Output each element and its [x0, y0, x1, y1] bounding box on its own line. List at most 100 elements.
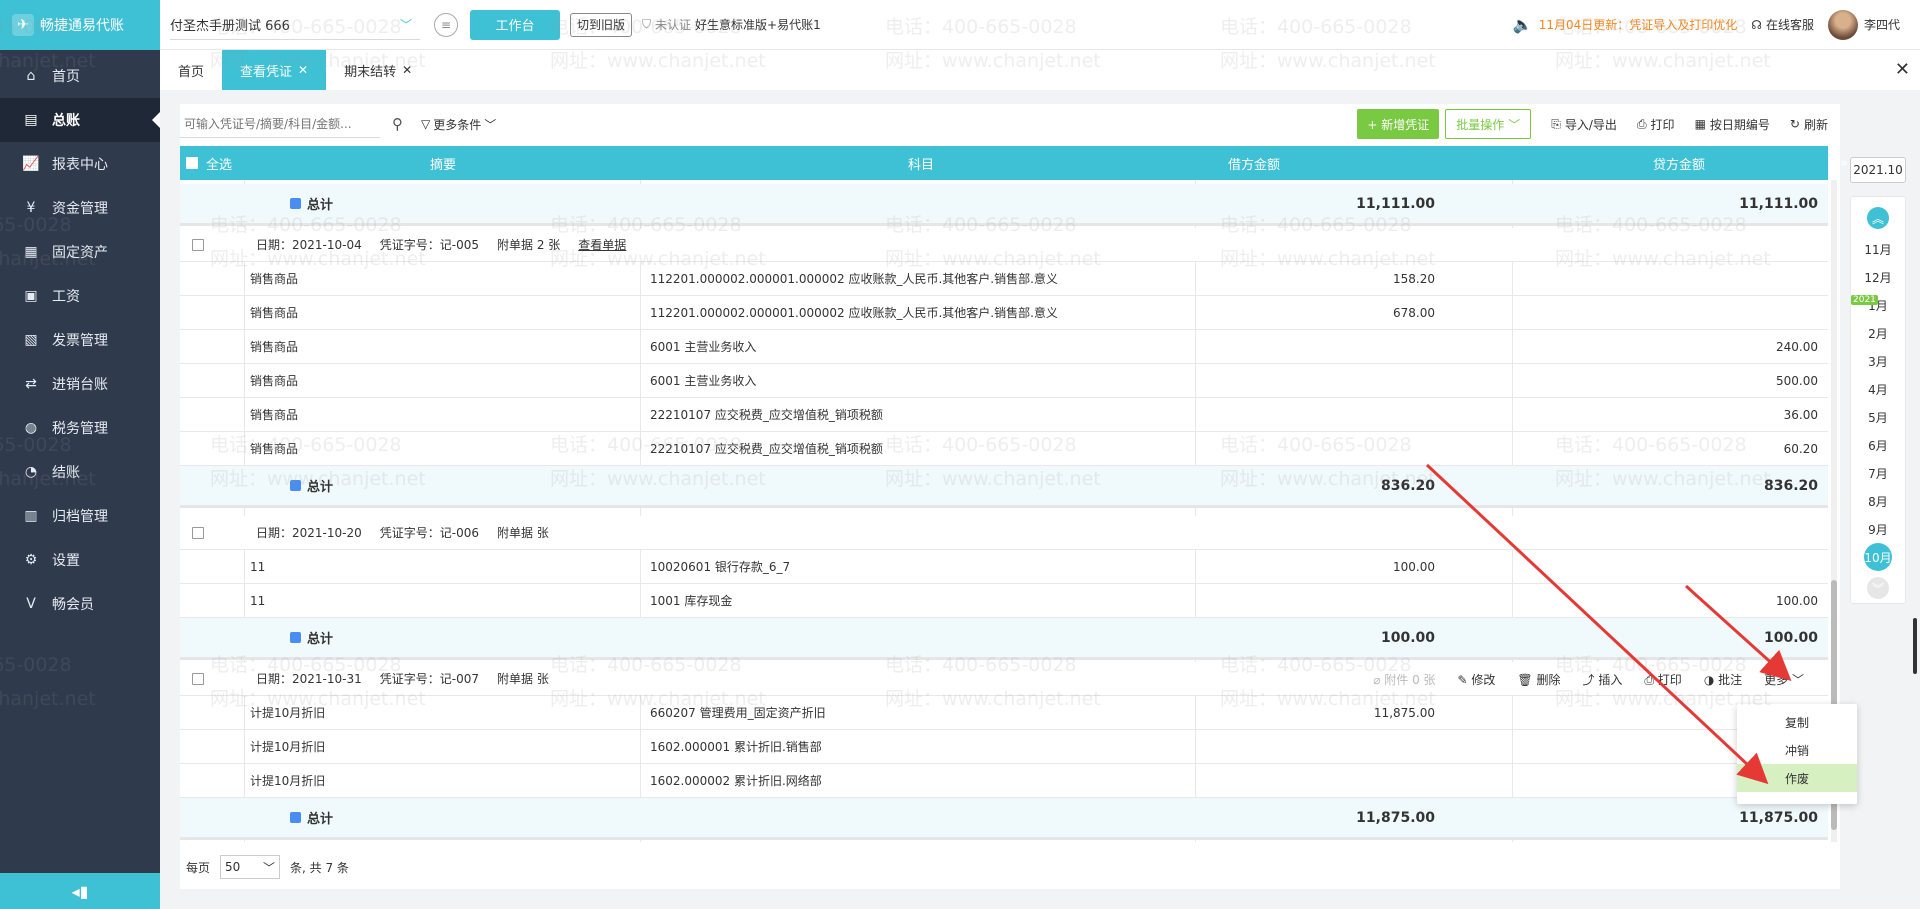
brand-logo[interactable]: ✈ 畅捷通易代账 [0, 0, 160, 50]
month-item[interactable]: 2月 [1851, 319, 1905, 347]
voucher-line-row[interactable]: 计提10月折旧 1602.000001 累计折旧.销售部 [180, 730, 1828, 764]
period-input[interactable]: 2021.10 [1850, 157, 1906, 183]
expand-icon[interactable]: » [1840, 146, 1848, 180]
month-item[interactable]: 9月 [1851, 515, 1905, 543]
sidebar-item-reports[interactable]: 📈 报表中心 [0, 142, 160, 186]
select-all[interactable]: 全选 [186, 146, 232, 180]
line-summary: 销售商品 [250, 442, 299, 456]
voucher-total-row: 总计 11,111.00 11,111.00 [180, 184, 1828, 226]
print-button[interactable]: ⎙ 打印 [1637, 116, 1675, 133]
sidebar-item-close-period[interactable]: ◔ 结账 [0, 450, 160, 494]
voucher-checkbox[interactable] [192, 662, 204, 695]
sidebar-item-vip[interactable]: V 畅会员 [0, 582, 160, 626]
menu-item-copy[interactable]: 复制 [1737, 708, 1857, 736]
tab-period-end[interactable]: 期末结转 ✕ [326, 50, 430, 90]
close-icon[interactable]: ✕ [402, 63, 412, 77]
user-menu[interactable]: 李四代 [1827, 9, 1900, 40]
edit-button[interactable]: ✎ 修改 [1458, 671, 1496, 688]
voucher-attachments: 附单据 2 张 [497, 238, 561, 252]
select-all-checkbox[interactable] [186, 157, 198, 169]
voucher-line-row[interactable]: 销售商品 6001 主营业务收入 240.00 [180, 330, 1828, 364]
attachment-button[interactable]: ⌀ 附件 0 张 [1373, 671, 1435, 688]
filter-icon: ▽ [421, 117, 431, 131]
document-icon[interactable]: ≡ [434, 12, 458, 37]
voucher-line-row[interactable]: 计提10月折旧 660207 管理费用_固定资产折旧 11,875.00 [180, 696, 1828, 730]
more-filters-button[interactable]: ▽ 更多条件 ﹀ [421, 116, 496, 133]
month-item[interactable]: 2021 1月 [1851, 291, 1905, 319]
voucher-line-row[interactable]: 销售商品 112201.000002.000001.000002 应收账款_人民… [180, 262, 1828, 296]
sidebar-item-invoices[interactable]: ▧ 发票管理 [0, 318, 160, 362]
voucher-checkbox[interactable] [192, 516, 204, 549]
auth-status[interactable]: ⛉ 未认证 好生意标准版+易代账1 [642, 16, 821, 33]
calendar-icon [290, 198, 301, 209]
voucher-line-row[interactable]: 销售商品 6001 主营业务收入 500.00 [180, 364, 1828, 398]
search-icon[interactable]: ⚲ [392, 115, 403, 133]
month-item[interactable]: 8月 [1851, 487, 1905, 515]
per-page-select[interactable]: 50 ﹀ [220, 855, 281, 879]
renumber-button[interactable]: ▦ 按日期编号 [1695, 116, 1770, 133]
batch-operations-button[interactable]: 批量操作 ﹀ [1445, 109, 1532, 139]
calendar-icon [290, 632, 301, 643]
checkbox[interactable] [192, 526, 204, 539]
update-notice[interactable]: 🔈 11月04日更新：凭证导入及打印优化 [1513, 15, 1737, 34]
voucher-checkbox[interactable] [192, 228, 204, 261]
page-scrollbar[interactable] [1913, 618, 1917, 674]
month-item[interactable]: 5月 [1851, 403, 1905, 431]
checkbox[interactable] [192, 238, 204, 251]
sidebar-item-funds[interactable]: ¥ 资金管理 [0, 186, 160, 230]
chevron-up-icon[interactable]: ︽ [1867, 207, 1889, 229]
month-item[interactable]: 6月 [1851, 431, 1905, 459]
refresh-button[interactable]: ↻ 刷新 [1790, 116, 1828, 133]
new-voucher-button[interactable]: + 新增凭证 [1357, 109, 1440, 139]
print-voucher-button[interactable]: ⎙ 打印 [1644, 671, 1681, 688]
money-icon: ¥ [26, 200, 36, 216]
tab-home[interactable]: 首页 [160, 50, 222, 90]
company-select[interactable]: 付圣杰手册测试 666 ﹀ [170, 10, 420, 40]
sidebar-item-tax[interactable]: ◍ 税务管理 [0, 406, 160, 450]
chevron-down-icon[interactable]: ︾ [1867, 577, 1889, 599]
voucher-line-row[interactable]: 11 1001 库存现金 100.00 [180, 584, 1828, 618]
top-header: 付圣杰手册测试 666 ﹀ ≡ 工作台 切到旧版 ⛉ 未认证 好生意标准版+易代… [160, 0, 1920, 50]
menu-item-void[interactable]: 作废 [1737, 764, 1857, 792]
note-button[interactable]: ◑ 批注 [1704, 671, 1742, 688]
close-icon[interactable]: ✕ [298, 63, 308, 77]
more-button[interactable]: 更多 ﹀ [1764, 671, 1804, 688]
sidebar-item-archive[interactable]: ▥ 归档管理 [0, 494, 160, 538]
sidebar-item-fixed-assets[interactable]: ▦ 固定资产 [0, 230, 160, 274]
month-item-selected[interactable]: 10月 [1851, 543, 1905, 571]
tab-view-vouchers[interactable]: 查看凭证 ✕ [222, 50, 327, 90]
salary-icon: ▣ [24, 288, 38, 304]
online-service[interactable]: ☊ 在线客服 [1751, 16, 1814, 33]
insert-button[interactable]: ⤴ 插入 [1583, 671, 1623, 688]
switch-old-version-button[interactable]: 切到旧版 [570, 12, 633, 37]
chevron-down-icon: ﹀ [1791, 672, 1804, 687]
sidebar-item-home[interactable]: ⌂ 首页 [0, 54, 160, 98]
sidebar-item-label: 资金管理 [52, 201, 108, 217]
sidebar-item-ledger[interactable]: ▤ 总账 [0, 98, 160, 142]
sidebar-item-salary[interactable]: ▣ 工资 [0, 274, 160, 318]
search-input[interactable] [180, 110, 380, 138]
voucher-line-row[interactable]: 11 10020601 银行存款_6_7 100.00 [180, 550, 1828, 584]
ledger-icon: ▤ [24, 112, 38, 128]
delete-button[interactable]: 🗑 删除 [1517, 671, 1560, 688]
workbench-button[interactable]: 工作台 [470, 9, 560, 40]
month-item[interactable]: 11月 [1851, 235, 1905, 263]
voucher-line-row[interactable]: 销售商品 22210107 应交税费_应交增值税_销项税额 36.00 [180, 398, 1828, 432]
menu-item-reverse[interactable]: 冲销 [1737, 736, 1857, 764]
collapse-sidebar-button[interactable]: ◂▮ [0, 873, 160, 909]
sidebar-item-settings[interactable]: ⚙ 设置 [0, 538, 160, 582]
month-item[interactable]: 4月 [1851, 375, 1905, 403]
sidebar-item-stock[interactable]: ⇄ 进销台账 [0, 362, 160, 406]
month-item[interactable]: 7月 [1851, 459, 1905, 487]
voucher-line-row[interactable]: 计提10月折旧 1602.000002 累计折旧.网络部 [180, 764, 1828, 798]
voucher-line-row[interactable]: 销售商品 22210107 应交税费_应交增值税_销项税额 60.20 [180, 432, 1828, 466]
voucher-line-row[interactable]: 销售商品 112201.000002.000001.000002 应收账款_人民… [180, 296, 1828, 330]
checkbox[interactable] [192, 672, 204, 685]
close-all-tabs-icon[interactable]: ✕ [1895, 59, 1910, 80]
view-documents-link[interactable]: 查看单据 [578, 236, 626, 253]
month-item[interactable]: 12月 [1851, 263, 1905, 291]
month-item[interactable]: 3月 [1851, 347, 1905, 375]
line-subject: 6001 主营业务收入 [650, 374, 757, 388]
total-debit: 100.00 [1380, 629, 1435, 646]
import-export-button[interactable]: ⎘ 导入/导出 [1551, 116, 1617, 133]
